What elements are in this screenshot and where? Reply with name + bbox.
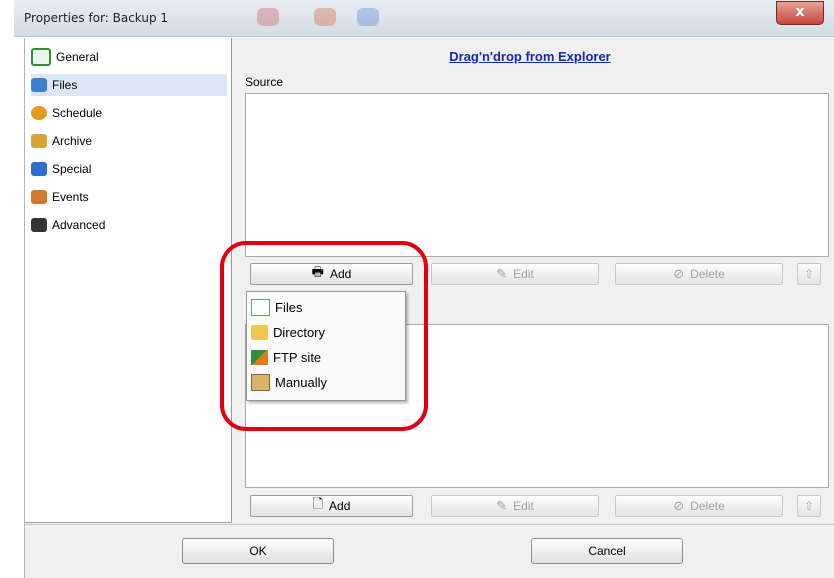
files-icon xyxy=(31,78,47,92)
source-move-up-button[interactable]: ⇧ xyxy=(797,263,821,285)
schedule-icon xyxy=(31,106,47,120)
sidebar: General Files Schedule Archive Special E… xyxy=(25,38,232,523)
sidebar-item-general[interactable]: General xyxy=(31,46,227,68)
sidebar-item-label: General xyxy=(56,50,99,64)
sidebar-item-label: Advanced xyxy=(52,218,106,232)
menu-item-manually[interactable]: Manually xyxy=(251,370,401,394)
source-delete-button[interactable]: ⊘ Delete xyxy=(615,263,783,285)
dest-add-button[interactable]: 🗋 Add xyxy=(250,495,413,517)
menu-item-files[interactable]: Files xyxy=(251,295,401,319)
sidebar-item-label: Special xyxy=(52,162,92,176)
cancel-button[interactable]: Cancel xyxy=(531,538,683,564)
sidebar-item-archive[interactable]: Archive xyxy=(31,130,227,152)
events-icon xyxy=(31,190,47,204)
close-button[interactable]: x xyxy=(776,1,824,25)
sidebar-item-schedule[interactable]: Schedule xyxy=(31,102,227,124)
special-icon xyxy=(31,162,47,176)
sidebar-item-advanced[interactable]: Advanced xyxy=(31,214,227,236)
delete-icon: ⊘ xyxy=(673,498,685,513)
sidebar-item-special[interactable]: Special xyxy=(31,158,227,180)
ftp-icon xyxy=(251,349,268,365)
sidebar-item-label: Events xyxy=(52,190,89,204)
edit-icon: ✎ xyxy=(496,498,508,513)
menu-item-ftp-site[interactable]: FTP site xyxy=(251,345,401,369)
window-title: Properties for: Backup 1 xyxy=(24,11,169,25)
dest-move-up-button[interactable]: ⇧ xyxy=(797,495,821,517)
sidebar-item-label: Files xyxy=(52,78,78,92)
dest-delete-button[interactable]: ⊘ Delete xyxy=(615,495,783,517)
file-icon xyxy=(251,298,270,316)
sidebar-item-label: Archive xyxy=(52,134,93,148)
titlebar-decoration-icon xyxy=(314,8,336,26)
titlebar-decoration-icon xyxy=(257,8,279,26)
general-icon xyxy=(31,48,51,66)
edit-icon: ✎ xyxy=(496,266,508,281)
advanced-icon xyxy=(31,218,47,232)
archive-icon xyxy=(31,134,47,148)
new-document-icon: 🗋 xyxy=(312,496,324,511)
up-arrow-icon: ⇧ xyxy=(803,267,815,281)
menu-item-directory[interactable]: Directory xyxy=(251,320,401,344)
source-label: Source xyxy=(245,75,284,89)
title-bar: Properties for: Backup 1 x xyxy=(14,0,834,37)
close-icon: x xyxy=(795,4,805,20)
sidebar-item-events[interactable]: Events xyxy=(31,186,227,208)
drag-drop-link[interactable]: Drag'n'drop from Explorer xyxy=(233,49,827,64)
titlebar-decoration-icon xyxy=(357,8,379,26)
sidebar-item-label: Schedule xyxy=(52,106,103,120)
clipboard-icon xyxy=(251,373,270,391)
files-panel: Drag'n'drop from Explorer Source 🖶 Add ✎… xyxy=(233,38,834,522)
dest-edit-button[interactable]: ✎ Edit xyxy=(431,495,599,517)
folder-icon xyxy=(251,324,268,340)
properties-window: Properties for: Backup 1 x General Files… xyxy=(0,0,834,578)
printer-icon: 🖶 xyxy=(311,264,324,279)
source-edit-button[interactable]: ✎ Edit xyxy=(431,263,599,285)
ok-button[interactable]: OK xyxy=(182,538,334,564)
source-list[interactable] xyxy=(245,93,829,257)
delete-icon: ⊘ xyxy=(673,266,685,281)
footer-divider xyxy=(25,524,834,525)
add-dropdown-menu: Files Directory FTP site Manually xyxy=(246,291,406,401)
sidebar-item-files[interactable]: Files xyxy=(31,74,227,96)
dialog-body: General Files Schedule Archive Special E… xyxy=(24,38,834,578)
up-arrow-icon: ⇧ xyxy=(803,499,815,513)
source-add-button[interactable]: 🖶 Add xyxy=(250,263,413,285)
